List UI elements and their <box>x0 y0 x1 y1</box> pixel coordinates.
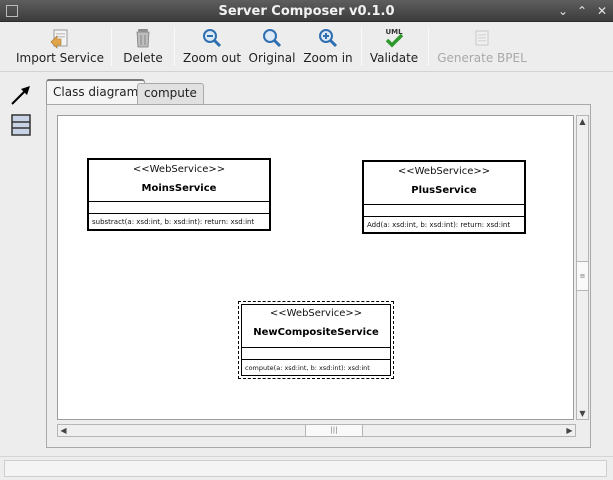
maximize-button[interactable]: ⌃ <box>575 4 589 18</box>
tool-palette <box>4 78 38 148</box>
import-service-button[interactable]: Import Service <box>14 24 106 70</box>
toolbar-separator <box>428 28 429 66</box>
generate-bpel-label: Generate BPEL <box>437 51 527 65</box>
tab-compute[interactable]: compute <box>137 83 204 104</box>
zoom-out-icon <box>203 29 222 48</box>
class-stereotype: <<WebService>> <box>397 166 491 177</box>
vertical-scroll-thumb[interactable]: ≡ <box>577 261 588 291</box>
class-header: <<WebService>> MoinsService <box>89 164 269 202</box>
uml-validate-icon: UML <box>385 28 404 48</box>
zoom-original-icon <box>263 29 282 48</box>
close-button[interactable]: ✕ <box>595 4 609 18</box>
class-attributes <box>364 205 524 217</box>
generate-bpel-button[interactable]: Generate BPEL <box>436 24 528 70</box>
class-tool-icon[interactable] <box>8 112 34 138</box>
window-title: Server Composer v0.1.0 <box>218 4 395 19</box>
zoom-in-label: Zoom in <box>303 51 353 65</box>
class-operation: compute(a: xsd:int, b: xsd:int): xsd:int <box>245 364 370 372</box>
delete-label: Delete <box>123 51 163 65</box>
zoom-out-label: Zoom out <box>182 51 242 65</box>
zoom-in-icon <box>319 29 338 48</box>
class-header: <<WebService>> NewCompositeService <box>242 308 390 348</box>
toolbar-separator <box>111 28 112 66</box>
class-name: PlusService <box>411 185 477 196</box>
zoom-out-button[interactable]: Zoom out <box>181 24 243 70</box>
class-header: <<WebService>> PlusService <box>364 166 524 205</box>
main-toolbar: Import Service Delete Zoom out Original <box>0 22 613 72</box>
validate-label: Validate <box>369 51 419 65</box>
validate-button[interactable]: UML Validate <box>368 24 420 70</box>
scroll-right-arrow[interactable]: ▶ <box>564 425 575 436</box>
class-name: NewCompositeService <box>253 327 379 338</box>
tab-class-diagram[interactable]: Class diagram <box>46 79 146 105</box>
uml-class-plus-service[interactable]: <<WebService>> PlusService Add(a: xsd:in… <box>362 160 526 234</box>
status-field <box>4 460 607 477</box>
class-stereotype: <<WebService>> <box>269 308 363 319</box>
trash-icon <box>136 29 150 48</box>
class-stereotype: <<WebService>> <box>132 164 226 175</box>
original-zoom-button[interactable]: Original <box>247 24 297 70</box>
uml-class-moins-service[interactable]: <<WebService>> MoinsService substract(a:… <box>87 158 271 231</box>
zoom-in-button[interactable]: Zoom in <box>302 24 354 70</box>
scroll-up-arrow[interactable]: ▲ <box>577 116 588 127</box>
tab-panel: <<WebService>> MoinsService substract(a:… <box>46 104 591 448</box>
horizontal-scrollbar[interactable]: ◀ ||| ▶ <box>57 424 576 437</box>
scroll-left-arrow[interactable]: ◀ <box>58 425 69 436</box>
class-operation: substract(a: xsd:int, b: xsd:int): retur… <box>92 218 255 226</box>
import-service-icon <box>50 29 68 49</box>
toolbar-separator <box>361 28 362 66</box>
class-attributes <box>242 348 390 360</box>
class-attributes <box>89 202 269 214</box>
delete-button[interactable]: Delete <box>118 24 168 70</box>
original-label: Original <box>248 51 296 65</box>
class-operation: Add(a: xsd:int, b: xsd:int): return: xsd… <box>367 221 511 229</box>
title-bar[interactable]: Server Composer v0.1.0 ⌄ ⌃ ✕ <box>0 0 613 22</box>
toolbar-separator <box>174 28 175 66</box>
import-service-label: Import Service <box>16 51 104 65</box>
class-name: MoinsService <box>141 183 217 194</box>
generate-bpel-icon <box>475 30 489 46</box>
vertical-scrollbar[interactable]: ▲ ≡ ▼ <box>576 115 589 420</box>
status-bar <box>0 456 613 480</box>
scroll-down-arrow[interactable]: ▼ <box>577 408 588 419</box>
horizontal-scroll-thumb[interactable]: ||| <box>305 425 363 436</box>
minimize-button[interactable]: ⌄ <box>556 4 570 18</box>
association-arrow-icon[interactable] <box>8 82 34 108</box>
uml-class-new-composite-service[interactable]: <<WebService>> NewCompositeService compu… <box>238 301 394 379</box>
diagram-canvas[interactable]: <<WebService>> MoinsService substract(a:… <box>57 115 574 420</box>
